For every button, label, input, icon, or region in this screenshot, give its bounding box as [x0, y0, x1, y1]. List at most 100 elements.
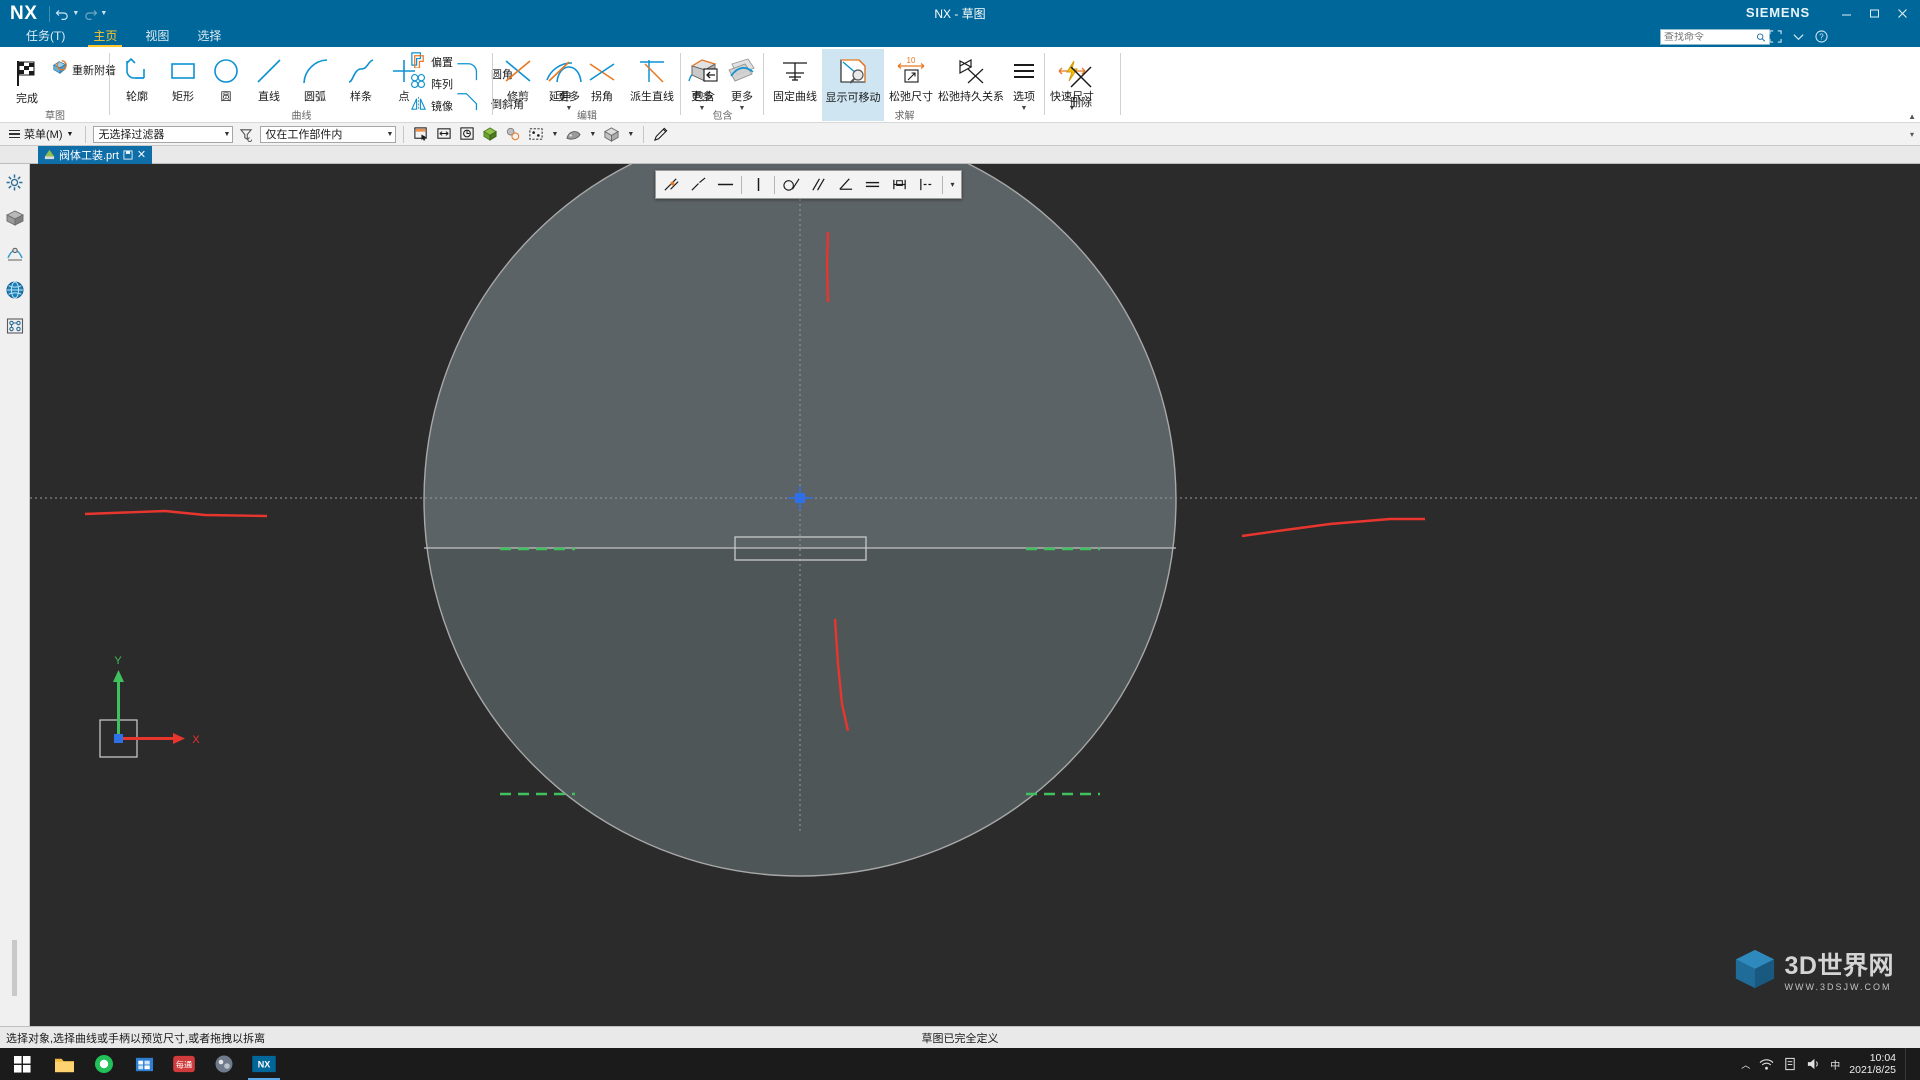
- chevron-down-icon[interactable]: ▼: [67, 131, 74, 138]
- circle-button[interactable]: 圆: [206, 51, 246, 104]
- trim-button[interactable]: 修剪: [497, 51, 539, 104]
- relax-persistent-button[interactable]: 松弛持久关系: [938, 51, 1004, 104]
- tab-task[interactable]: 任务(T): [12, 27, 79, 47]
- menu-button[interactable]: 菜单(M) ▼: [4, 124, 78, 144]
- show-desktop-button[interactable]: [1905, 1048, 1910, 1080]
- taskbar-item-browser[interactable]: [84, 1048, 124, 1080]
- chevron-down-icon[interactable]: ▼: [625, 131, 636, 138]
- tangent-constraint-icon[interactable]: [778, 172, 804, 197]
- rectangle-button[interactable]: 矩形: [160, 51, 206, 104]
- graphics-window[interactable]: Y X ▾ 3D世界网 WWW.3DSJW.COM: [30, 164, 1920, 1026]
- spline-button[interactable]: 样条: [338, 51, 384, 104]
- red-curve-left[interactable]: [84, 509, 268, 518]
- taskbar-clock[interactable]: 10:04 2021/8/25: [1849, 1052, 1896, 1076]
- network-icon[interactable]: [1759, 1057, 1774, 1071]
- dimension-icon[interactable]: [913, 172, 939, 197]
- offset-button[interactable]: 偏置: [410, 51, 453, 73]
- options-button[interactable]: 选项 ▼: [1004, 51, 1044, 112]
- coordinate-triad[interactable]: Y X: [99, 655, 200, 758]
- parallel-constraint-icon[interactable]: [805, 172, 831, 197]
- derived-line-button[interactable]: 派生直线: [623, 51, 681, 104]
- windows-start-icon[interactable]: [0, 1048, 44, 1080]
- perpendicular-constraint-icon[interactable]: [832, 172, 858, 197]
- vertical-constraint-icon[interactable]: [745, 172, 771, 197]
- horizontal-constraint-icon[interactable]: [712, 172, 738, 197]
- document-tab[interactable]: 阀体工装.prt ✕: [38, 145, 153, 164]
- close-icon[interactable]: ✕: [137, 148, 146, 161]
- assembly-navigator-icon[interactable]: [3, 170, 27, 194]
- include-button[interactable]: 包含: [685, 51, 723, 104]
- ribbon-collapse-caret[interactable]: ▲: [1908, 112, 1916, 121]
- include-more-button[interactable]: 更多 ▼: [723, 51, 761, 112]
- undo-dropdown-caret[interactable]: ▼: [71, 10, 82, 17]
- select-face-icon[interactable]: [411, 125, 430, 144]
- part-navigator-icon[interactable]: [3, 206, 27, 230]
- taskbar-item-store[interactable]: [124, 1048, 164, 1080]
- minimize-button[interactable]: [1832, 0, 1860, 27]
- select-edge-icon[interactable]: [434, 125, 453, 144]
- search-input[interactable]: [1664, 31, 1756, 43]
- filter-funnel-icon[interactable]: [237, 125, 256, 144]
- geometry-view-icon[interactable]: [602, 125, 621, 144]
- arc-button[interactable]: 圆弧: [292, 51, 338, 104]
- chevron-down-icon[interactable]: ▼: [383, 131, 394, 138]
- taskbar-item-media[interactable]: 每通: [164, 1048, 204, 1080]
- fullscreen-icon[interactable]: [1769, 30, 1782, 43]
- shaded-icon[interactable]: [480, 125, 499, 144]
- save-state-icon[interactable]: [123, 149, 133, 160]
- fix-curve-button[interactable]: 固定曲线: [768, 51, 822, 104]
- ime-icon[interactable]: 中: [1830, 1057, 1840, 1072]
- select-feature-icon[interactable]: [457, 125, 476, 144]
- pattern-button[interactable]: 阵列: [410, 73, 453, 95]
- command-search[interactable]: [1660, 29, 1770, 45]
- scope-combo[interactable]: 仅在工作部件内 ▼: [260, 125, 397, 143]
- close-button[interactable]: [1888, 0, 1916, 27]
- taskbar-item-misc[interactable]: [204, 1048, 244, 1080]
- sketch-canvas[interactable]: Y X: [30, 164, 1920, 1026]
- corner-button[interactable]: 拐角: [581, 51, 623, 104]
- help-icon[interactable]: ?: [1815, 30, 1828, 43]
- chevron-down-icon[interactable]: ▼: [549, 131, 560, 138]
- search-icon[interactable]: [1756, 32, 1766, 43]
- selection-filter-combo[interactable]: 无选择过滤器 ▼: [93, 125, 234, 143]
- selection-window-icon[interactable]: [526, 125, 545, 144]
- taskbar-item-nx[interactable]: NX: [244, 1048, 284, 1080]
- line-button[interactable]: 直线: [246, 51, 292, 104]
- red-curve-top[interactable]: [825, 231, 830, 303]
- web-browser-icon[interactable]: [3, 278, 27, 302]
- selbar-overflow-caret[interactable]: ▾: [1910, 130, 1914, 139]
- annotation-pen-icon[interactable]: [651, 125, 670, 144]
- finish-button[interactable]: 完成: [6, 53, 48, 106]
- red-curve-right[interactable]: [1241, 517, 1425, 538]
- minimize-ribbon-icon[interactable]: [1792, 30, 1805, 43]
- relax-dimension-button[interactable]: 10 松弛尺寸: [884, 51, 938, 104]
- coincident-constraint-icon[interactable]: [658, 172, 684, 197]
- undo-icon[interactable]: [54, 3, 71, 25]
- redo-icon[interactable]: [82, 3, 99, 25]
- resource-bar-scroll-handle[interactable]: [12, 940, 17, 996]
- taskbar-item-file-explorer[interactable]: [44, 1048, 84, 1080]
- midpoint-constraint-icon[interactable]: [886, 172, 912, 197]
- equal-length-constraint-icon[interactable]: [859, 172, 885, 197]
- reattach-button[interactable]: 重新附着: [52, 59, 116, 80]
- delete-button[interactable]: 删除: [1055, 57, 1107, 110]
- tab-select[interactable]: 选择: [183, 27, 235, 47]
- redo-dropdown-caret[interactable]: ▼: [99, 10, 110, 17]
- render-style-icon[interactable]: [564, 125, 583, 144]
- constraint-mini-toolbar[interactable]: ▾: [655, 170, 962, 199]
- chevron-down-icon[interactable]: ▼: [220, 131, 231, 138]
- maximize-button[interactable]: [1860, 0, 1888, 27]
- history-icon[interactable]: [3, 314, 27, 338]
- extend-button[interactable]: 延伸: [539, 51, 581, 104]
- constraint-navigator-icon[interactable]: [3, 242, 27, 266]
- tab-home[interactable]: 主页: [79, 27, 131, 47]
- sound-icon[interactable]: [1806, 1057, 1821, 1071]
- collinear-constraint-icon[interactable]: [685, 172, 711, 197]
- wireframe-icon[interactable]: [503, 125, 522, 144]
- chevron-up-icon[interactable]: ︿: [1741, 1058, 1750, 1071]
- document-tray-icon[interactable]: [1783, 1057, 1797, 1071]
- tab-view[interactable]: 视图: [131, 27, 183, 47]
- more-constraints-caret[interactable]: ▾: [946, 172, 959, 197]
- profile-button[interactable]: 轮廓: [114, 51, 160, 104]
- chevron-down-icon[interactable]: ▼: [587, 131, 598, 138]
